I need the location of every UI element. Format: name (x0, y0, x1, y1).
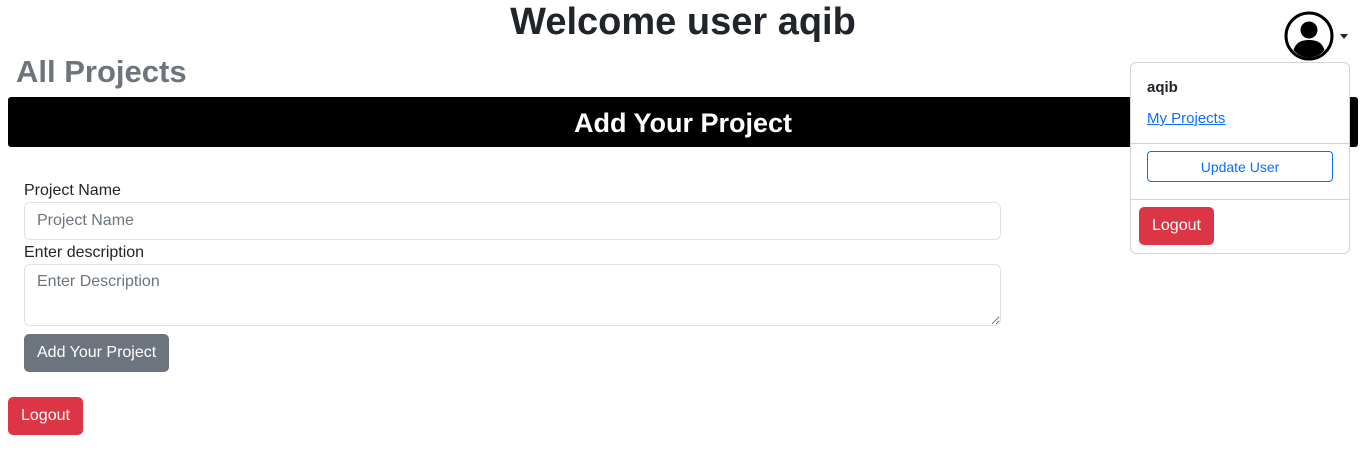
page-title: All Projects (16, 54, 187, 89)
dropdown-divider (1131, 199, 1349, 200)
user-menu-toggle[interactable] (1284, 10, 1354, 62)
welcome-heading: Welcome user aqib (510, 1, 856, 43)
update-user-button[interactable]: Update User (1147, 151, 1333, 182)
user-circle-icon (1284, 11, 1334, 61)
my-projects-link[interactable]: My Projects (1147, 110, 1225, 127)
user-dropdown-menu: aqib My Projects Update User Logout (1130, 62, 1350, 254)
chevron-down-icon (1340, 33, 1348, 39)
add-project-button[interactable]: Add Your Project (24, 334, 170, 372)
project-name-input[interactable] (24, 202, 1001, 240)
description-textarea[interactable] (24, 264, 1001, 326)
logout-button[interactable]: Logout (8, 397, 83, 435)
description-label: Enter description (24, 244, 145, 261)
dropdown-username: aqib (1147, 79, 1178, 96)
dropdown-logout-button[interactable]: Logout (1139, 207, 1214, 245)
add-project-form: Project Name Enter description Add Your … (24, 180, 1001, 372)
dropdown-divider (1131, 143, 1349, 144)
project-name-label: Project Name (24, 182, 121, 199)
